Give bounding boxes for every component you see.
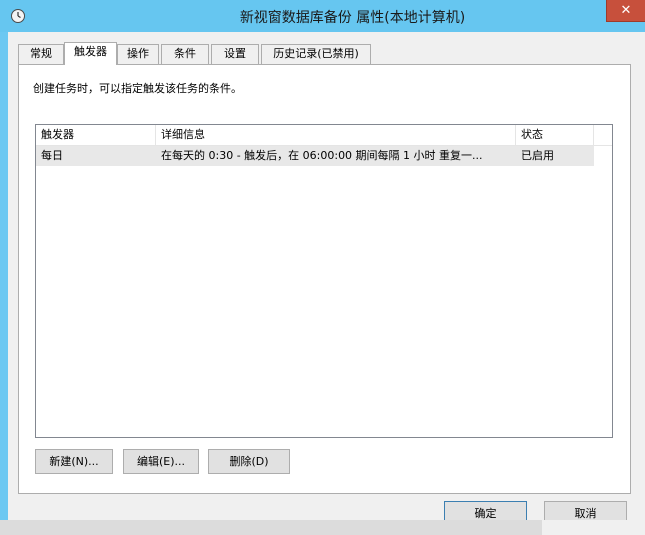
edit-trigger-button[interactable]: 编辑(E)... <box>123 449 199 474</box>
table-row[interactable]: 每日 在每天的 0:30 - 触发后，在 06:00:00 期间每隔 1 小时 … <box>36 146 594 166</box>
bottom-strip-segment <box>542 520 645 535</box>
close-button[interactable]: ✕ <box>606 0 645 22</box>
triggers-list[interactable]: 触发器 详细信息 状态 每日 在每天的 0:30 - 触发后，在 06:00:0… <box>35 124 613 438</box>
panel-description: 创建任务时，可以指定触发该任务的条件。 <box>33 82 242 95</box>
column-header-status[interactable]: 状态 <box>516 125 594 146</box>
tab-conditions[interactable]: 条件 <box>161 44 209 64</box>
clock-icon <box>11 9 25 23</box>
column-header-trigger[interactable]: 触发器 <box>36 125 156 146</box>
window-title: 新视窗数据库备份 属性(本地计算机) <box>239 10 466 26</box>
list-header: 触发器 详细信息 状态 <box>36 125 612 146</box>
row-status-cell: 已启用 <box>521 149 554 162</box>
delete-trigger-button[interactable]: 删除(D) <box>208 449 290 474</box>
bottom-strip <box>0 520 645 535</box>
tab-general[interactable]: 常规 <box>18 44 64 64</box>
tab-actions[interactable]: 操作 <box>117 44 159 64</box>
new-trigger-button[interactable]: 新建(N)... <box>35 449 113 474</box>
close-icon[interactable]: ✕ <box>621 3 632 18</box>
row-details-cell: 在每天的 0:30 - 触发后，在 06:00:00 期间每隔 1 小时 重复一… <box>161 149 483 162</box>
title-bar: 新视窗数据库备份 属性(本地计算机) ✕ <box>0 0 645 32</box>
dialog-client-area: 常规 触发器 操作 条件 设置 历史记录(已禁用) 创建任务时，可以指定触发该任… <box>8 32 645 535</box>
tab-triggers[interactable]: 触发器 <box>64 42 117 65</box>
tab-settings[interactable]: 设置 <box>211 44 259 64</box>
triggers-panel: 创建任务时，可以指定触发该任务的条件。 触发器 详细信息 状态 每日 在每天的 … <box>18 64 631 494</box>
column-header-details[interactable]: 详细信息 <box>156 125 516 146</box>
tab-history[interactable]: 历史记录(已禁用) <box>261 44 371 64</box>
row-trigger-cell: 每日 <box>41 149 63 162</box>
